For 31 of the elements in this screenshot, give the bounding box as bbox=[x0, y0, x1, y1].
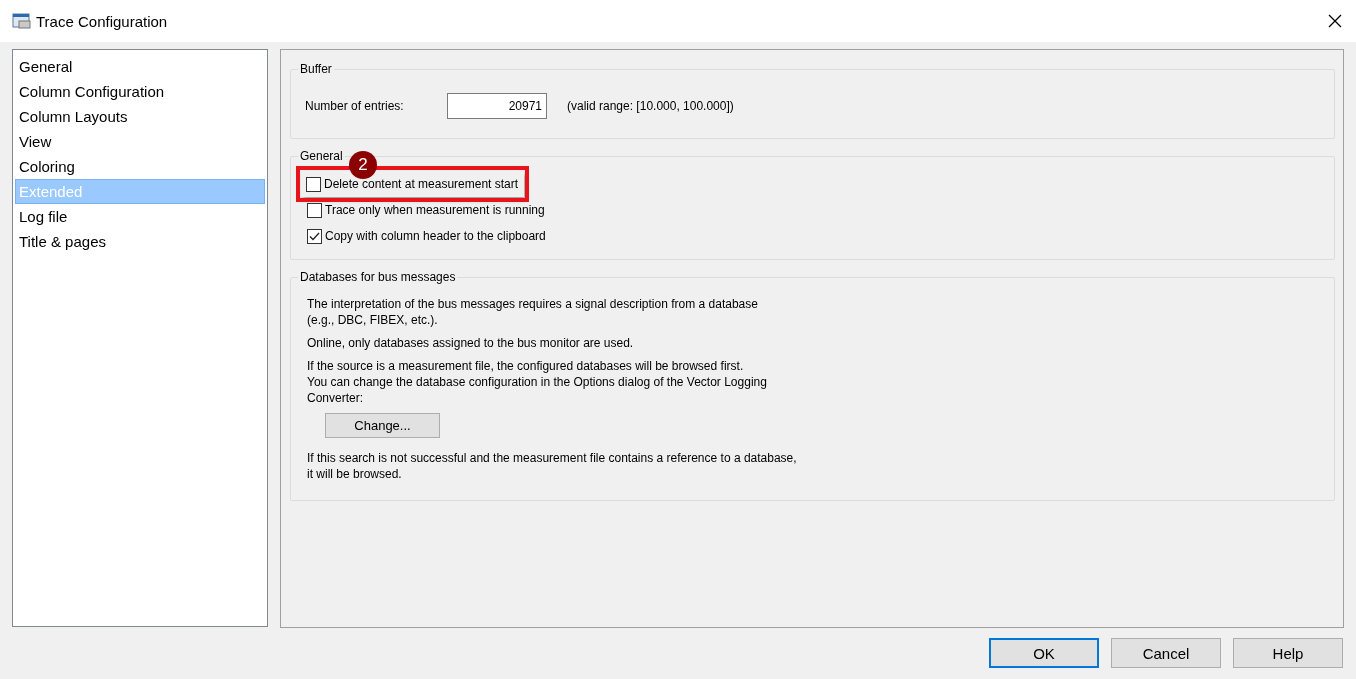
group-title: Databases for bus messages bbox=[299, 270, 457, 284]
description-text: Online, only databases assigned to the bus monitor are used. bbox=[307, 335, 635, 351]
category-item[interactable]: View bbox=[15, 129, 265, 154]
group-title: Buffer bbox=[299, 62, 333, 76]
checkbox-label: Trace only when measurement is running bbox=[325, 203, 545, 217]
category-item[interactable]: Column Layouts bbox=[15, 104, 265, 129]
description-text: If the source is a measurement file, the configured databases will be browsed first. You can change the database configuration in the Options dialog of the Vector Logging Converter: bbox=[307, 358, 768, 406]
app-window-icon bbox=[12, 12, 32, 30]
category-item[interactable]: Coloring bbox=[15, 154, 265, 179]
close-icon[interactable] bbox=[1328, 14, 1342, 28]
category-item[interactable]: Title & pages bbox=[15, 229, 265, 254]
entries-input[interactable]: 20971 bbox=[447, 93, 547, 119]
category-item[interactable]: General bbox=[15, 54, 265, 79]
field-label: Number of entries: bbox=[305, 99, 405, 113]
dialog-button[interactable]: OK bbox=[989, 638, 1099, 668]
dialog-button[interactable]: Help bbox=[1233, 638, 1343, 668]
group-title: General bbox=[299, 149, 344, 163]
change-button[interactable]: Change... bbox=[325, 413, 440, 438]
category-item[interactable]: Column Configuration bbox=[15, 79, 265, 104]
dialog-button[interactable]: Cancel bbox=[1111, 638, 1221, 668]
range-hint: (valid range: [10.000, 100.000]) bbox=[567, 99, 734, 113]
window-title: Trace Configuration bbox=[36, 12, 169, 30]
description-text: If this search is not successful and the measurement file contains a reference to a database, it will be browsed. bbox=[307, 450, 798, 482]
checkbox[interactable] bbox=[306, 176, 321, 192]
description-text: The interpretation of the bus messages requires a signal description from a database (e.g., DBC, FIBEX, etc.). bbox=[307, 296, 759, 328]
checkbox-label: Copy with column header to the clipboard bbox=[325, 229, 546, 243]
step-badge: 2 bbox=[349, 151, 377, 179]
checkbox-label: Delete content at measurement start bbox=[324, 177, 519, 191]
checkbox[interactable] bbox=[307, 202, 322, 218]
category-item[interactable]: Log file bbox=[15, 204, 265, 229]
checkbox[interactable] bbox=[307, 228, 322, 244]
